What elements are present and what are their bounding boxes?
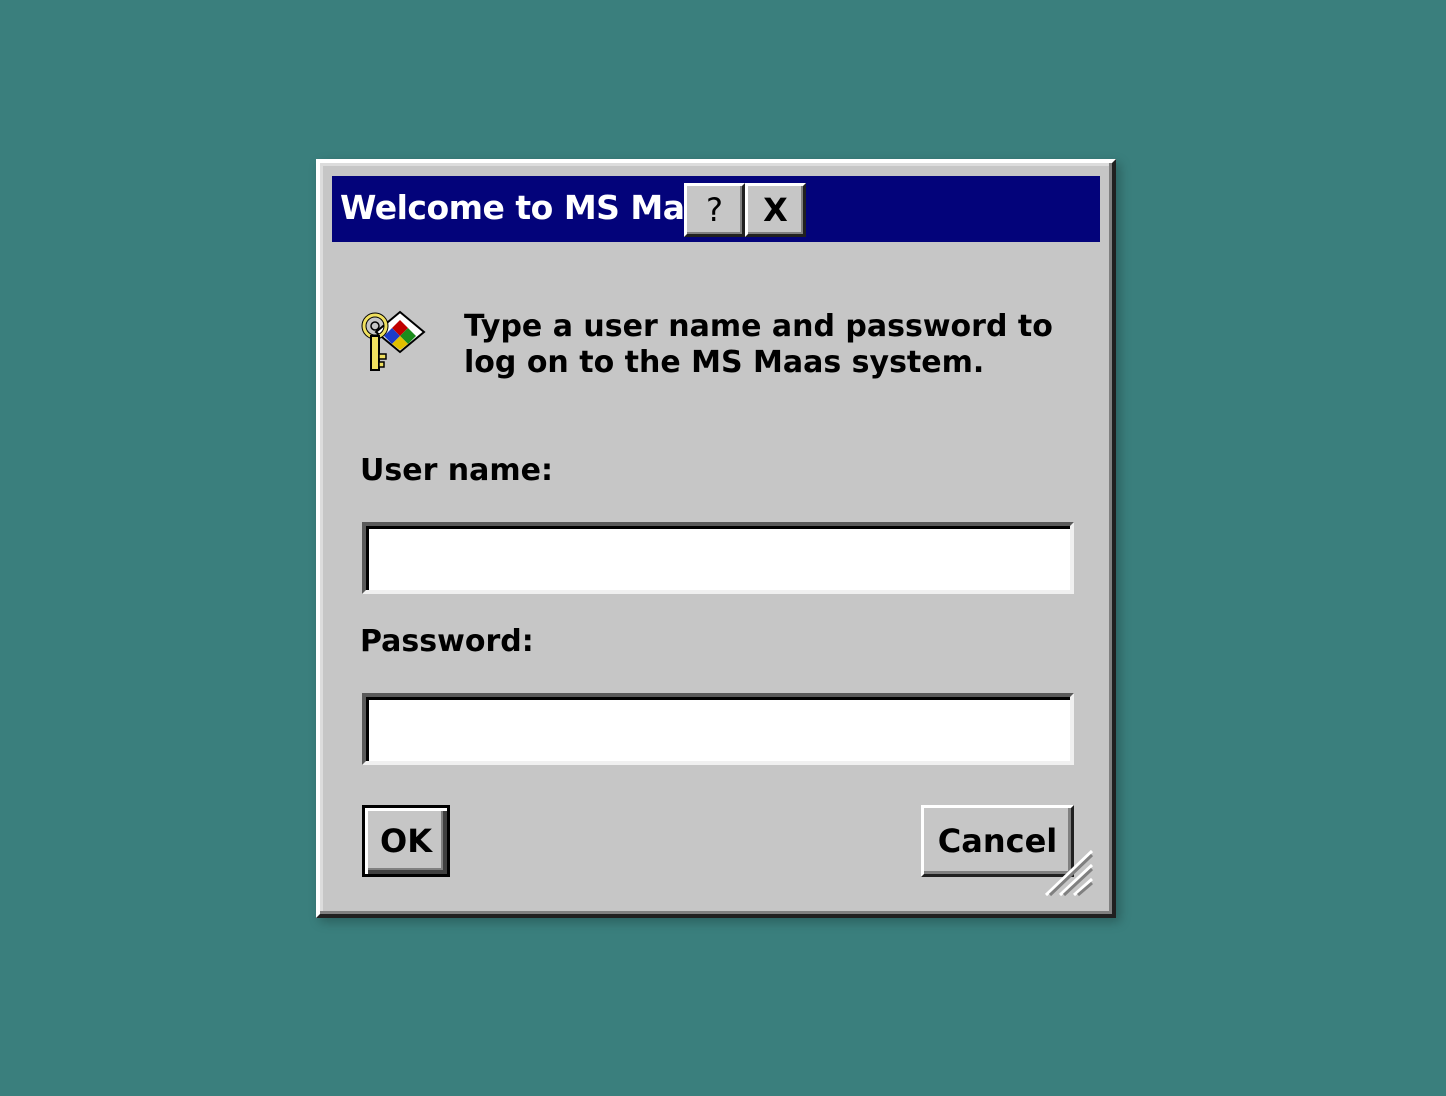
key-icon	[358, 306, 430, 378]
password-input[interactable]	[362, 693, 1074, 765]
window-title: Welcome to MS Maas	[340, 188, 726, 227]
login-dialog: Welcome to MS Maas ? X Type a user name …	[316, 159, 1116, 918]
instruction-text: Type a user name and password to log on …	[464, 309, 1064, 381]
instruction-line-2: log on to the MS Maas system.	[464, 345, 985, 380]
password-label: Password:	[360, 624, 534, 659]
title-bar[interactable]: Welcome to MS Maas ? X	[332, 176, 1100, 242]
help-button[interactable]: ?	[684, 183, 745, 237]
close-button[interactable]: X	[745, 183, 806, 237]
username-input[interactable]	[362, 522, 1074, 594]
resize-grip-icon[interactable]	[1044, 849, 1094, 897]
username-label: User name:	[360, 453, 554, 488]
instruction-line-1: Type a user name and password to	[464, 309, 1053, 344]
ok-button[interactable]: OK	[362, 805, 450, 877]
